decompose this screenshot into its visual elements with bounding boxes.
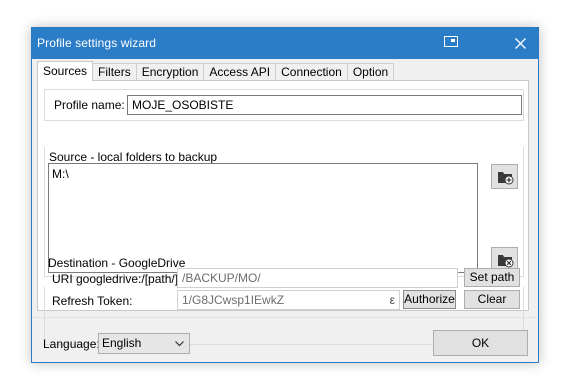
language-label: Language: <box>43 337 100 351</box>
uri-label: URI googledrive:/[path/] <box>52 272 179 286</box>
language-select[interactable]: English <box>98 333 190 354</box>
folder-remove-icon <box>498 255 514 268</box>
refresh-token-overflow: ε <box>389 293 395 307</box>
chevron-down-icon <box>175 341 184 347</box>
clear-button[interactable]: Clear <box>464 290 520 309</box>
tab-option[interactable]: Option <box>346 63 395 81</box>
ok-button[interactable]: OK <box>433 330 528 356</box>
profile-name-group: Profile name: MOJE_OSOBISTE <box>44 89 524 121</box>
tab-filters[interactable]: Filters <box>92 63 137 81</box>
destination-legend: Destination - GoogleDrive <box>48 256 186 270</box>
title-bar[interactable]: Profile settings wizard <box>32 28 538 59</box>
footer-divider <box>32 317 538 318</box>
tab-connection[interactable]: Connection <box>275 63 348 81</box>
tab-strip: Sources Filters Encryption Access API Co… <box>37 61 395 81</box>
refresh-token-input[interactable]: 1/G8JCwsp1IEwkZ ε <box>177 290 400 310</box>
add-folder-button[interactable] <box>491 164 518 189</box>
window-menu-icon[interactable] <box>444 36 458 47</box>
language-value: English <box>102 336 142 350</box>
refresh-token-label: Refresh Token: <box>52 294 133 308</box>
set-path-button[interactable]: Set path <box>464 268 520 287</box>
refresh-token-value: 1/G8JCwsp1IEwkZ <box>182 293 285 307</box>
tab-access-api[interactable]: Access API <box>203 63 277 81</box>
tab-encryption[interactable]: Encryption <box>135 63 205 81</box>
window-title: Profile settings wizard <box>37 36 157 50</box>
close-button[interactable] <box>502 28 538 59</box>
uri-input[interactable]: /BACKUP/MO/ <box>177 268 458 288</box>
tab-sources[interactable]: Sources <box>37 61 94 81</box>
authorize-button[interactable]: Authorize <box>403 290 456 309</box>
profile-name-label: Profile name: <box>54 98 125 112</box>
profile-name-input[interactable]: MOJE_OSOBISTE <box>127 95 522 115</box>
profile-settings-dialog: Profile settings wizard Sources Filters … <box>31 27 539 363</box>
source-legend: Source - local folders to backup <box>49 150 218 164</box>
folder-add-icon <box>498 172 514 185</box>
close-icon <box>515 38 526 49</box>
list-item[interactable]: M:\ <box>52 167 474 181</box>
